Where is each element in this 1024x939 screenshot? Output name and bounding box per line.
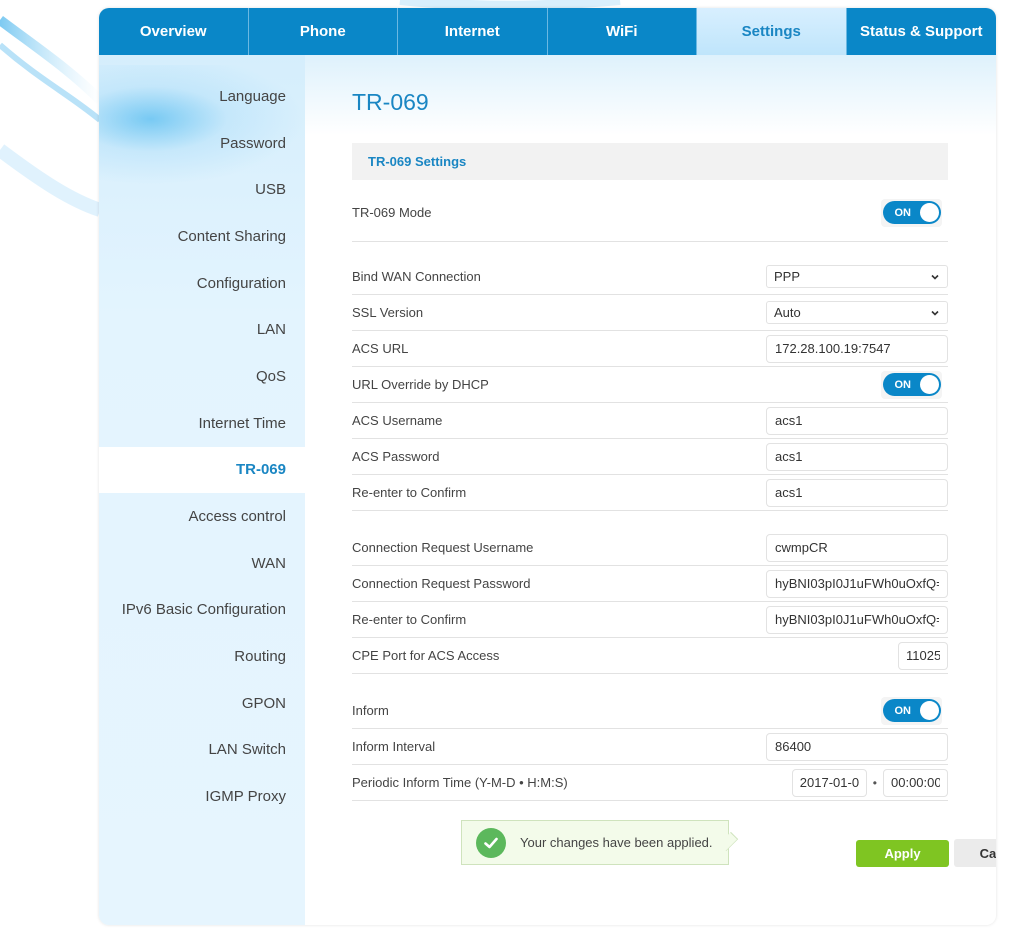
- acs-url-label: ACS URL: [352, 341, 409, 356]
- url-override-toggle[interactable]: ON: [881, 370, 942, 399]
- checkmark-icon: [476, 827, 506, 858]
- cpe-port-label: CPE Port for ACS Access: [352, 648, 500, 663]
- cpe-port-input[interactable]: [898, 641, 948, 670]
- ssl-version-select[interactable]: Auto: [766, 301, 948, 324]
- toggle-state-text: ON: [894, 378, 912, 391]
- row-cr-username: Connection Request Username: [352, 530, 948, 566]
- tab-settings[interactable]: Settings: [697, 8, 847, 55]
- row-ssl-version: SSL Version Auto: [352, 295, 948, 331]
- toggle-knob: [919, 375, 939, 394]
- sidebar-item-usb[interactable]: USB: [99, 166, 305, 213]
- row-url-override: URL Override by DHCP ON: [352, 367, 948, 403]
- cr-password-input[interactable]: [766, 569, 948, 598]
- bind-wan-value: PPP: [774, 269, 801, 284]
- sidebar-item-wan[interactable]: WAN: [99, 540, 305, 587]
- periodic-inform-time-label: Periodic Inform Time (Y-M-D • H:M:S): [352, 775, 568, 790]
- sidebar-item-lan-switch[interactable]: LAN Switch: [99, 727, 305, 774]
- tr069-mode-toggle[interactable]: ON: [881, 198, 942, 227]
- sidebar-item-configuration[interactable]: Configuration: [99, 260, 305, 307]
- sidebar-item-language[interactable]: Language: [99, 73, 305, 120]
- sidebar-item-content-sharing[interactable]: Content Sharing: [99, 213, 305, 260]
- sidebar-item-ipv6-basic-configuration[interactable]: IPv6 Basic Configuration: [99, 587, 305, 634]
- router-admin-panel: Overview Phone Internet WiFi Settings St…: [99, 8, 996, 925]
- main-content: TR-069 TR-069 Settings TR-069 Mode ON Bi…: [305, 55, 996, 925]
- chevron-down-icon: [931, 274, 939, 280]
- bind-wan-select[interactable]: PPP: [766, 265, 948, 288]
- sidebar-item-gpon[interactable]: GPON: [99, 680, 305, 727]
- tab-status-support[interactable]: Status & Support: [846, 8, 996, 55]
- tab-wifi[interactable]: WiFi: [547, 8, 697, 55]
- row-inform-interval: Inform Interval: [352, 729, 948, 765]
- bind-wan-label: Bind WAN Connection: [352, 269, 481, 284]
- cr-username-label: Connection Request Username: [352, 540, 534, 555]
- row-bind-wan: Bind WAN Connection PPP: [352, 259, 948, 295]
- periodic-inform-datetime: •: [791, 768, 948, 797]
- acs-username-label: ACS Username: [352, 413, 443, 428]
- chevron-down-icon: [931, 310, 939, 316]
- sidebar-item-internet-time[interactable]: Internet Time: [99, 400, 305, 447]
- tab-overview[interactable]: Overview: [99, 8, 249, 55]
- acs-password-input[interactable]: [766, 442, 948, 471]
- cancel-button[interactable]: Cancel: [954, 839, 996, 867]
- acs-confirm-label: Re-enter to Confirm: [352, 485, 467, 500]
- ssl-version-label: SSL Version: [352, 305, 424, 320]
- toggle-state-text: ON: [894, 206, 912, 219]
- tr069-mode-label: TR-069 Mode: [352, 205, 432, 220]
- cr-confirm-label: Re-enter to Confirm: [352, 612, 467, 627]
- inform-label: Inform: [352, 703, 389, 718]
- tab-internet[interactable]: Internet: [398, 8, 548, 55]
- inform-interval-label: Inform Interval: [352, 739, 436, 754]
- row-inform: Inform ON: [352, 693, 948, 729]
- sidebar-item-qos[interactable]: QoS: [99, 353, 305, 400]
- tab-phone[interactable]: Phone: [248, 8, 398, 55]
- periodic-inform-time-input[interactable]: [883, 768, 948, 797]
- row-cr-password: Connection Request Password: [352, 566, 948, 602]
- row-tr069-mode: TR-069 Mode ON: [352, 184, 948, 242]
- section-header: TR-069 Settings: [352, 143, 948, 180]
- sidebar-item-lan[interactable]: LAN: [99, 306, 305, 353]
- page-title: TR-069: [352, 89, 429, 115]
- sidebar-item-igmp-proxy[interactable]: IGMP Proxy: [99, 773, 305, 820]
- datetime-separator: •: [872, 775, 877, 790]
- ssl-version-value: Auto: [774, 305, 801, 320]
- row-acs-url: ACS URL: [352, 331, 948, 367]
- sidebar-item-access-control[interactable]: Access control: [99, 493, 305, 540]
- cr-password-label: Connection Request Password: [352, 576, 531, 591]
- toggle-knob: [919, 203, 939, 222]
- toggle-knob: [919, 701, 939, 720]
- sidebar-item-password[interactable]: Password: [99, 120, 305, 167]
- apply-button[interactable]: Apply: [856, 840, 949, 867]
- row-cpe-port: CPE Port for ACS Access: [352, 638, 948, 674]
- sidebar-item-tr069[interactable]: TR-069: [99, 446, 305, 494]
- cr-confirm-input[interactable]: [766, 605, 948, 634]
- row-acs-password: ACS Password: [352, 439, 948, 475]
- row-acs-confirm: Re-enter to Confirm: [352, 475, 948, 511]
- acs-url-input[interactable]: [766, 334, 948, 363]
- acs-username-input[interactable]: [766, 406, 948, 435]
- top-navigation: Overview Phone Internet WiFi Settings St…: [99, 8, 996, 55]
- toast-message: Your changes have been applied.: [520, 835, 713, 850]
- row-periodic-inform-time: Periodic Inform Time (Y-M-D • H:M:S) •: [352, 765, 948, 801]
- row-acs-username: ACS Username: [352, 403, 948, 439]
- cr-username-input[interactable]: [766, 533, 948, 562]
- acs-password-label: ACS Password: [352, 449, 440, 464]
- inform-toggle[interactable]: ON: [881, 696, 942, 725]
- sidebar-item-routing[interactable]: Routing: [99, 633, 305, 680]
- periodic-inform-date-input[interactable]: [791, 768, 867, 797]
- row-cr-confirm: Re-enter to Confirm: [352, 602, 948, 638]
- inform-interval-input[interactable]: [766, 732, 948, 761]
- tr069-settings-form: TR-069 Mode ON Bind WAN Connection PPP S…: [352, 184, 948, 801]
- toggle-state-text: ON: [894, 704, 912, 717]
- success-toast: Your changes have been applied.: [461, 820, 729, 865]
- settings-sidebar: Language Password USB Content Sharing Co…: [99, 55, 305, 925]
- acs-confirm-input[interactable]: [766, 478, 948, 507]
- url-override-label: URL Override by DHCP: [352, 377, 489, 392]
